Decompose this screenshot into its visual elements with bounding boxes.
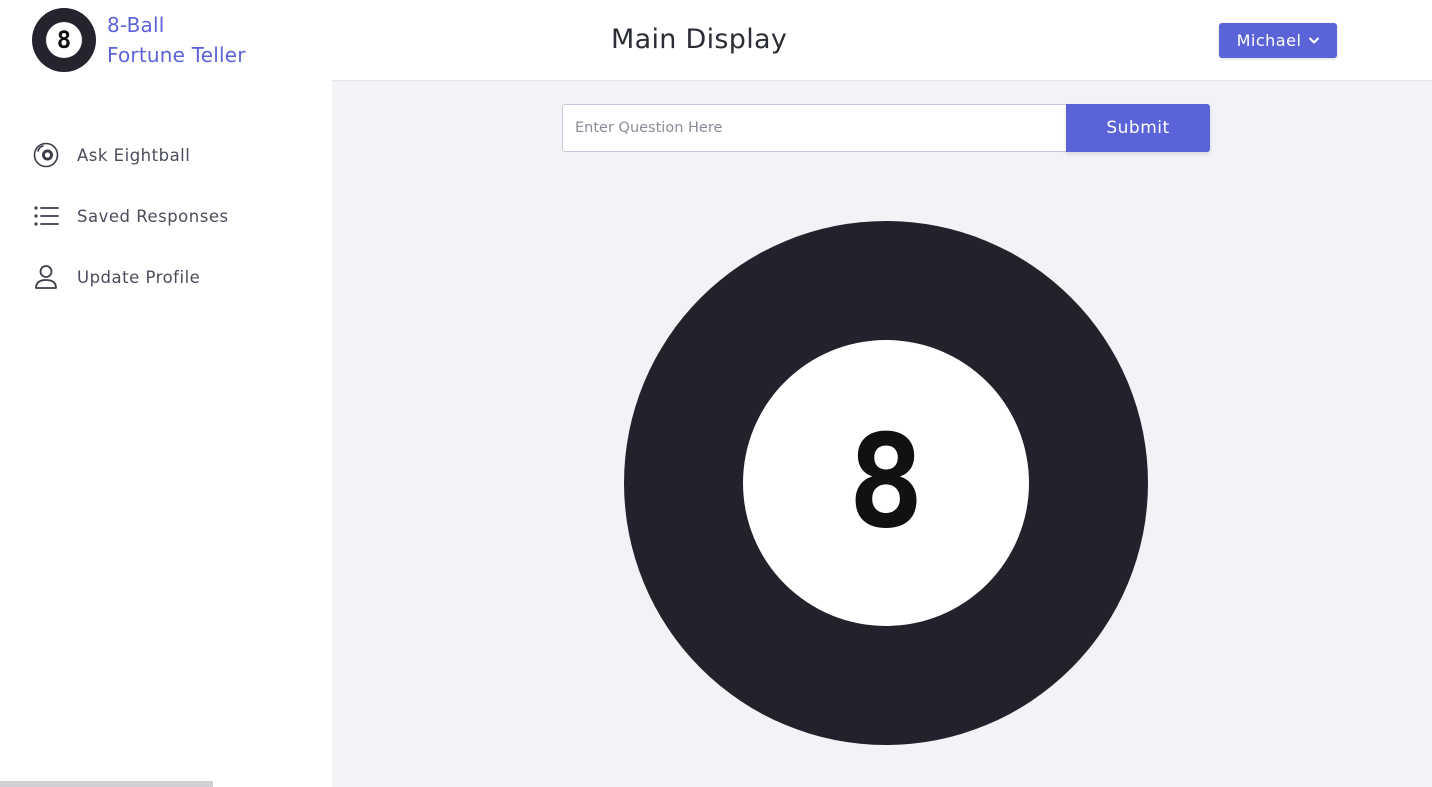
question-form: Submit <box>562 104 1210 152</box>
top-header: Main Display Michael <box>332 0 1432 81</box>
sidebar-item-update-profile[interactable]: Update Profile <box>32 260 229 294</box>
app-root: 8 8-Ball Fortune Teller Ask Eightball Sa… <box>0 0 1432 787</box>
user-menu-label: Michael <box>1236 31 1302 50</box>
brand-line-1: 8-Ball <box>107 13 165 37</box>
sidebar-nav: Ask Eightball Saved Responses Update Pro… <box>32 138 229 321</box>
sidebar: 8 8-Ball Fortune Teller Ask Eightball Sa… <box>0 0 332 787</box>
page-title: Main Display <box>611 24 788 55</box>
eightball-icon <box>32 141 60 169</box>
eightball-window: 8 <box>743 340 1029 626</box>
user-menu-button[interactable]: Michael <box>1219 23 1337 58</box>
question-input[interactable] <box>562 104 1066 152</box>
user-icon <box>32 263 60 291</box>
logo-glyph: 8 <box>46 22 82 58</box>
sidebar-item-label: Update Profile <box>77 267 201 287</box>
sidebar-item-ask-eightball[interactable]: Ask Eightball <box>32 138 229 172</box>
main-display: Submit 8 <box>332 81 1432 787</box>
eightball-number: 8 <box>847 408 925 557</box>
brand[interactable]: 8 8-Ball Fortune Teller <box>32 8 246 72</box>
horizontal-scrollbar[interactable] <box>0 781 213 787</box>
sidebar-item-label: Ask Eightball <box>77 145 191 165</box>
sidebar-item-saved-responses[interactable]: Saved Responses <box>32 199 229 233</box>
chevron-down-icon <box>1309 37 1320 44</box>
brand-line-2: Fortune Teller <box>107 43 246 67</box>
submit-button[interactable]: Submit <box>1066 104 1210 152</box>
sidebar-item-label: Saved Responses <box>77 206 229 226</box>
eightball[interactable]: 8 <box>624 221 1148 745</box>
list-icon <box>32 202 60 230</box>
brand-name: 8-Ball Fortune Teller <box>107 10 246 70</box>
eightball-logo-icon: 8 <box>32 8 96 72</box>
